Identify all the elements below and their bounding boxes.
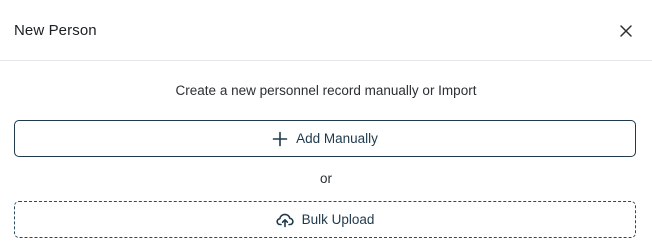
close-icon — [619, 24, 633, 38]
add-manually-label: Add Manually — [296, 130, 378, 146]
or-separator: or — [319, 171, 332, 186]
dialog-header: New Person — [0, 0, 652, 61]
dialog-title: New Person — [14, 22, 97, 39]
add-manually-button[interactable]: Add Manually — [14, 120, 636, 157]
bulk-upload-button[interactable]: Bulk Upload — [14, 201, 636, 238]
new-person-dialog: New Person Create a new personnel record… — [0, 0, 652, 252]
cloud-upload-icon — [275, 212, 294, 228]
plus-icon — [272, 131, 288, 147]
close-button[interactable] — [615, 20, 637, 42]
dialog-subtitle: Create a new personnel record manually o… — [175, 83, 477, 98]
bulk-upload-label: Bulk Upload — [301, 211, 375, 227]
